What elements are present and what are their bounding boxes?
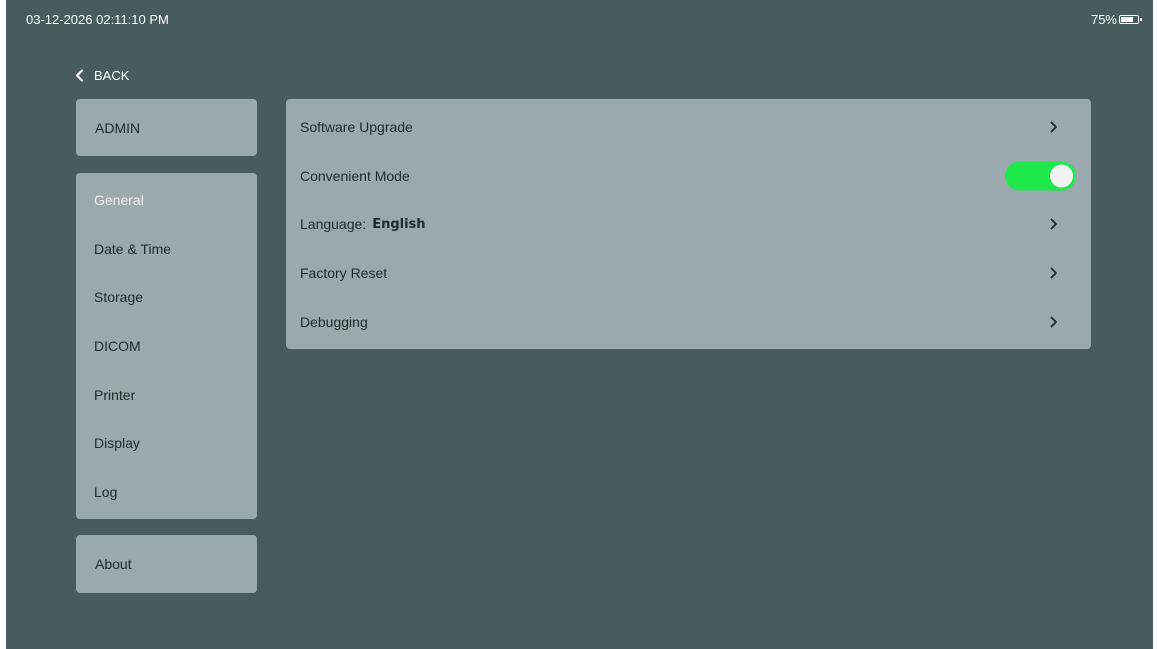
convenient-mode-row: Convenient Mode: [286, 152, 1091, 201]
sidebar-item-log[interactable]: Log: [76, 468, 257, 517]
sidebar-item-printer[interactable]: Printer: [76, 370, 257, 419]
language-value: English: [372, 216, 426, 232]
admin-card: ADMIN: [76, 99, 257, 156]
status-datetime: 03-12-2026 02:11:10 PM: [26, 12, 169, 27]
status-battery: 75%: [1090, 12, 1142, 27]
debugging-row[interactable]: Debugging: [286, 297, 1091, 346]
language-label: Language:: [300, 216, 367, 233]
general-settings-panel: Software Upgrade Convenient Mode Languag…: [286, 99, 1091, 349]
battery-icon: [1119, 15, 1142, 24]
software-upgrade-row[interactable]: Software Upgrade: [286, 103, 1091, 152]
back-label: BACK: [94, 68, 130, 83]
sidebar-item-admin[interactable]: ADMIN: [76, 99, 257, 156]
sidebar-item-storage[interactable]: Storage: [76, 273, 257, 322]
sidebar-item-about[interactable]: About: [76, 535, 257, 593]
language-row[interactable]: Language: English: [286, 200, 1091, 249]
factory-reset-label: Factory Reset: [300, 265, 388, 282]
convenient-mode-label: Convenient Mode: [300, 167, 410, 184]
about-card: About: [76, 535, 257, 593]
chevron-right-icon: [1050, 267, 1057, 279]
chevron-right-icon: [1050, 316, 1057, 328]
toggle-knob: [1050, 164, 1073, 188]
convenient-mode-toggle[interactable]: [1005, 161, 1076, 191]
debugging-label: Debugging: [300, 313, 368, 330]
sidebar-item-general[interactable]: General: [76, 176, 257, 225]
sidebar-item-dicom[interactable]: DICOM: [76, 322, 257, 371]
settings-nav: General Date & Time Storage DICOM Printe…: [76, 173, 257, 519]
chevron-right-icon: [1050, 219, 1057, 230]
factory-reset-row[interactable]: Factory Reset: [286, 249, 1091, 298]
chevron-right-icon: [1050, 121, 1057, 133]
battery-percent: 75%: [1090, 12, 1117, 27]
chevron-left-icon: [75, 69, 84, 82]
sidebar-item-display[interactable]: Display: [76, 419, 257, 468]
back-button[interactable]: BACK: [75, 68, 129, 83]
software-upgrade-label: Software Upgrade: [300, 119, 413, 136]
sidebar-item-date-time[interactable]: Date & Time: [76, 225, 257, 274]
settings-screen: 03-12-2026 02:11:10 PM 75% BACK ADMIN Ge…: [6, 0, 1153, 649]
